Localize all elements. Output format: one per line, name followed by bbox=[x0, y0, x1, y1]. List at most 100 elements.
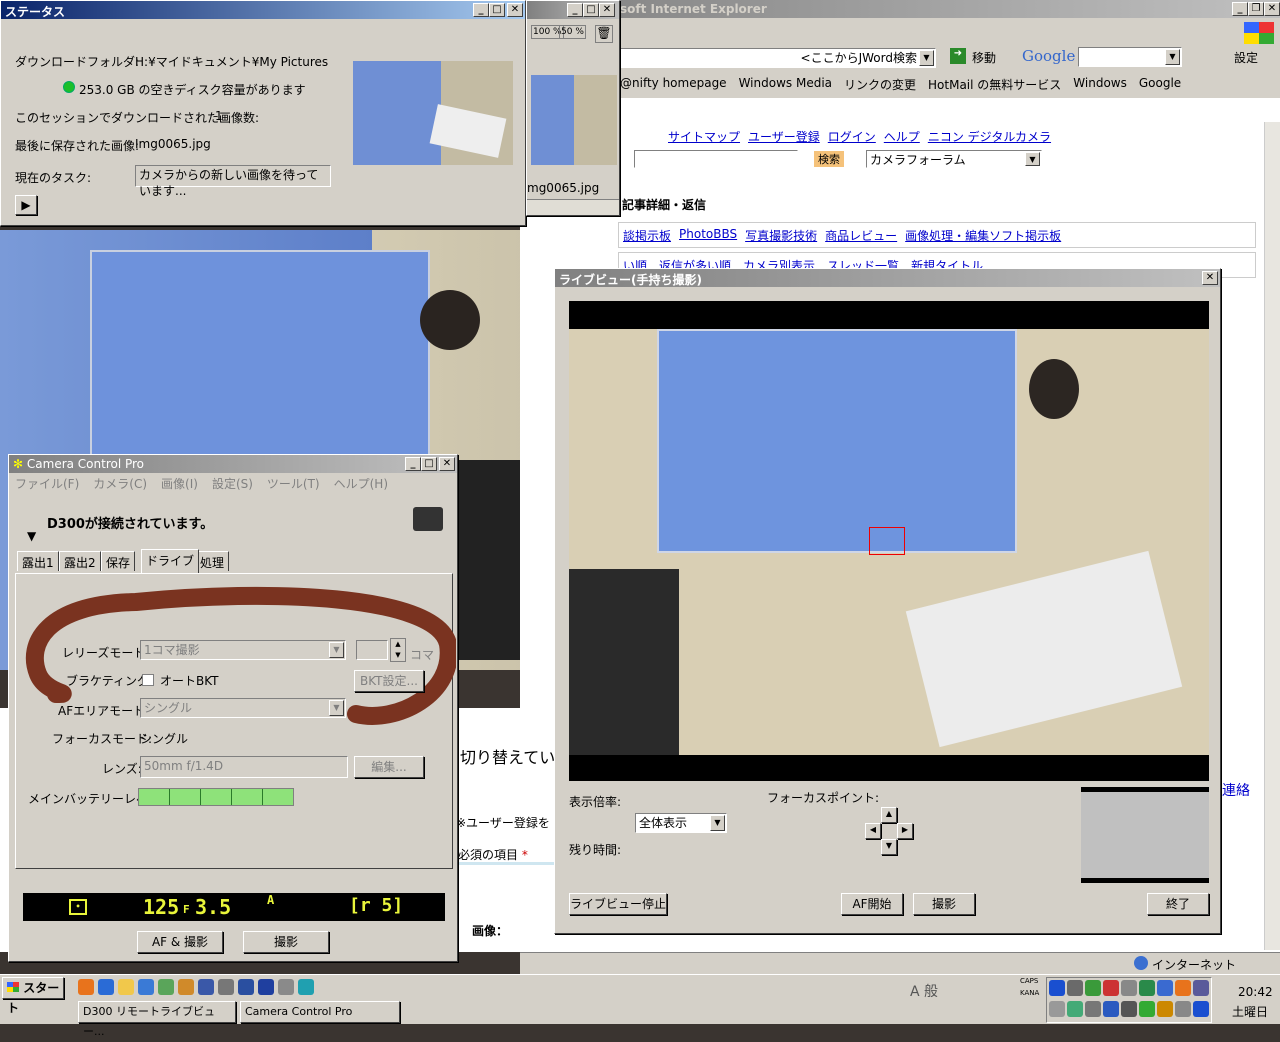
firefox-icon[interactable] bbox=[78, 979, 94, 995]
word-icon[interactable] bbox=[258, 979, 274, 995]
frames-stepper[interactable]: ▲ ▼ bbox=[390, 638, 406, 662]
collapse-arrow-icon[interactable]: ▼ bbox=[27, 529, 36, 543]
af-shoot-button[interactable]: AF & 撮影 bbox=[137, 931, 223, 953]
tab-exposure1[interactable]: 露出1 bbox=[17, 551, 59, 571]
tab-processing[interactable]: 処理 bbox=[195, 551, 230, 571]
close-button[interactable]: ✕ bbox=[1264, 2, 1280, 16]
forum-select[interactable]: カメラフォーラム ▼ bbox=[866, 150, 1042, 168]
board-link[interactable]: 談掲示板 bbox=[623, 227, 671, 243]
address-bar[interactable]: <ここからJWord検索 ▼ bbox=[620, 48, 936, 68]
board-link[interactable]: PhotoBBS bbox=[679, 227, 737, 243]
af-start-button[interactable]: AF開始 bbox=[841, 893, 903, 915]
icq-icon[interactable] bbox=[298, 979, 314, 995]
menu-camera[interactable]: カメラ(C) bbox=[93, 475, 147, 492]
shoot-button[interactable]: 撮影 bbox=[913, 893, 975, 915]
task-liveview[interactable]: D300 リモートライブビュー... bbox=[78, 1001, 236, 1038]
tray-icon[interactable] bbox=[1103, 1001, 1119, 1017]
tray-icon[interactable] bbox=[1193, 980, 1209, 996]
bkt-settings-button[interactable]: BKT設定... bbox=[354, 670, 424, 692]
menu-help[interactable]: ヘルプ(H) bbox=[334, 475, 388, 492]
contact-link[interactable]: 連絡 bbox=[1222, 780, 1250, 800]
release-mode-select[interactable]: 1コマ撮影 ▼ bbox=[140, 640, 346, 660]
tray-icon[interactable] bbox=[1067, 980, 1083, 996]
af-area-select[interactable]: シングル ▼ bbox=[140, 698, 346, 718]
close-button[interactable]: ✕ bbox=[439, 457, 455, 471]
link-item[interactable]: Windows Media bbox=[739, 76, 832, 94]
maximize-button[interactable]: ❐ bbox=[1248, 2, 1264, 16]
app-icon[interactable] bbox=[218, 979, 234, 995]
end-button[interactable]: 終了 bbox=[1147, 893, 1209, 915]
tray-icon[interactable] bbox=[1085, 1001, 1101, 1017]
frames-field[interactable] bbox=[356, 640, 388, 660]
link-item[interactable]: HotMail の無料サービス bbox=[928, 76, 1061, 94]
stop-liveview-button[interactable]: ライブビュー停止 bbox=[569, 893, 667, 915]
vertical-scrollbar[interactable] bbox=[1264, 122, 1280, 950]
tab-storage[interactable]: 保存 bbox=[101, 551, 136, 571]
tray-icon[interactable] bbox=[1157, 1001, 1173, 1017]
board-link[interactable]: 写真撮影技術 bbox=[745, 227, 817, 243]
board-link[interactable]: 商品レビュー bbox=[825, 227, 897, 243]
folder-icon[interactable] bbox=[118, 979, 134, 995]
play-button[interactable]: ▶ bbox=[15, 195, 37, 215]
nav-link[interactable]: ログイン bbox=[828, 128, 876, 145]
move-button[interactable]: 移動 bbox=[972, 49, 996, 66]
link-item[interactable]: Windows bbox=[1073, 76, 1127, 94]
link-item[interactable]: リンクの変更 bbox=[844, 76, 916, 94]
menu-tools[interactable]: ツール(T) bbox=[267, 475, 320, 492]
close-button[interactable]: ✕ bbox=[1202, 271, 1218, 285]
media-icon[interactable] bbox=[198, 979, 214, 995]
tray-icon[interactable] bbox=[1049, 980, 1065, 996]
tray-icon[interactable] bbox=[1103, 980, 1119, 996]
ie-icon[interactable] bbox=[98, 979, 114, 995]
focus-left-button[interactable]: ◀ bbox=[865, 823, 881, 839]
maximize-button[interactable]: □ bbox=[421, 457, 437, 471]
tray-icon[interactable] bbox=[1193, 1001, 1209, 1017]
go-arrow-icon[interactable]: ➜ bbox=[950, 48, 966, 64]
app-icon[interactable] bbox=[158, 979, 174, 995]
nav-link[interactable]: ニコン デジタルカメラ bbox=[928, 128, 1051, 145]
task-ccp[interactable]: Camera Control Pro bbox=[240, 1001, 400, 1023]
tray-icon[interactable] bbox=[1121, 980, 1137, 996]
tray-icon[interactable] bbox=[1139, 1001, 1155, 1017]
zoom-select[interactable]: 全体表示 ▼ bbox=[635, 813, 727, 833]
focus-up-button[interactable]: ▲ bbox=[881, 807, 897, 823]
start-button[interactable]: スタート bbox=[2, 977, 64, 1015]
nav-link[interactable]: ヘルプ bbox=[884, 128, 920, 145]
settings-button[interactable]: 設定 bbox=[1234, 49, 1258, 66]
search-button[interactable]: 検索 bbox=[814, 151, 844, 167]
minimize-button[interactable]: _ bbox=[473, 3, 489, 17]
tray-icon[interactable] bbox=[1139, 980, 1155, 996]
app-icon[interactable] bbox=[178, 979, 194, 995]
focus-right-button[interactable]: ▶ bbox=[897, 823, 913, 839]
horizontal-scrollbar[interactable] bbox=[527, 199, 619, 215]
close-button[interactable]: ✕ bbox=[599, 3, 615, 17]
maximize-button[interactable]: □ bbox=[583, 3, 599, 17]
minimize-button[interactable]: _ bbox=[1232, 2, 1248, 16]
ime-indicator[interactable]: A 般 bbox=[910, 981, 938, 1001]
tab-exposure2[interactable]: 露出2 bbox=[59, 551, 101, 571]
tray-icon[interactable] bbox=[1175, 980, 1191, 996]
tray-icon[interactable] bbox=[1085, 980, 1101, 996]
tray-icon[interactable] bbox=[1121, 1001, 1137, 1017]
tray-icon[interactable] bbox=[1157, 980, 1173, 996]
tray-icon[interactable] bbox=[1049, 1001, 1065, 1017]
menu-settings[interactable]: 設定(S) bbox=[212, 475, 253, 492]
nav-link[interactable]: サイトマップ bbox=[668, 128, 740, 145]
board-link[interactable]: 画像処理・編集ソフト掲示板 bbox=[905, 227, 1061, 243]
shoot-button[interactable]: 撮影 bbox=[243, 931, 329, 953]
tab-drive[interactable]: ドライブ bbox=[141, 549, 200, 573]
site-search-input[interactable] bbox=[634, 150, 798, 168]
maximize-button[interactable]: □ bbox=[489, 3, 505, 17]
close-button[interactable]: ✕ bbox=[507, 3, 523, 17]
auto-bkt-checkbox[interactable] bbox=[142, 674, 154, 686]
app-icon[interactable] bbox=[238, 979, 254, 995]
google-search-field[interactable]: ▼ bbox=[1078, 47, 1182, 67]
ie-icon-2[interactable] bbox=[138, 979, 154, 995]
zoom-50-button[interactable]: 50 % bbox=[559, 25, 586, 39]
app-icon[interactable] bbox=[278, 979, 294, 995]
link-item[interactable]: @nifty homepage bbox=[620, 76, 727, 94]
minimize-button[interactable]: _ bbox=[405, 457, 421, 471]
menu-file[interactable]: ファイル(F) bbox=[15, 475, 79, 492]
link-item[interactable]: Google bbox=[1139, 76, 1181, 94]
tray-icon[interactable] bbox=[1175, 1001, 1191, 1017]
